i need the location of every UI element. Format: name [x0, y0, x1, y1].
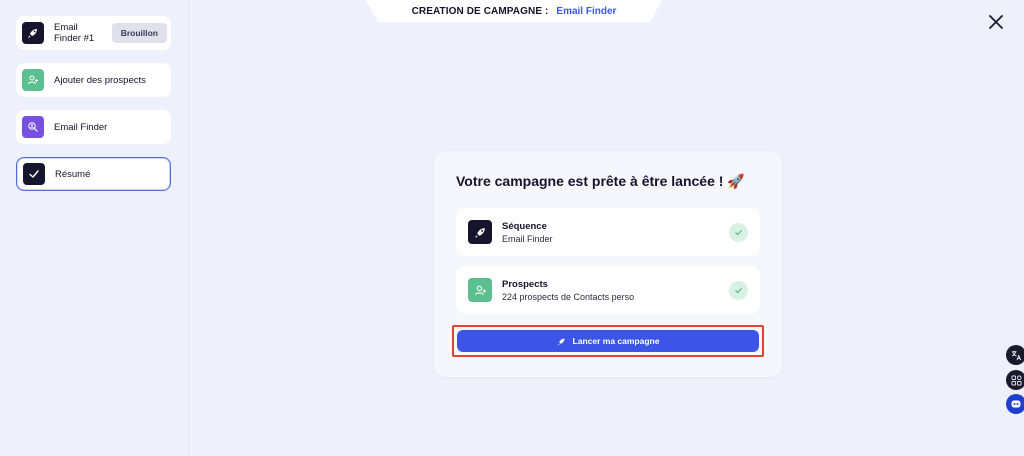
- translate-icon: [1011, 350, 1021, 360]
- search-user-icon: [22, 116, 44, 138]
- item-subtitle: 224 prospects de Contacts perso: [502, 291, 635, 302]
- summary-item-sequence[interactable]: Séquence Email Finder: [456, 208, 760, 256]
- translate-button[interactable]: [1006, 345, 1024, 365]
- launch-campaign-button[interactable]: Lancer ma campagne: [457, 330, 759, 352]
- sidebar-item-campaign[interactable]: Email Finder #1 Brouillon: [16, 16, 171, 50]
- add-user-icon: [468, 278, 492, 302]
- campaign-type: Email Finder: [556, 5, 617, 17]
- close-icon: [989, 15, 1003, 29]
- sidebar-item-email-finder[interactable]: Email Finder: [16, 110, 171, 144]
- launch-label: Lancer ma campagne: [572, 336, 660, 346]
- launch-highlight: Lancer ma campagne: [452, 325, 764, 357]
- sidebar: Email Finder #1 Brouillon Ajouter des pr…: [0, 0, 189, 456]
- rocket-icon: [468, 220, 492, 244]
- sidebar-item-label: Email Finder #1: [54, 22, 95, 44]
- item-title: Prospects: [502, 278, 548, 290]
- close-button[interactable]: [986, 12, 1006, 32]
- sidebar-item-add-prospects[interactable]: Ajouter des prospects: [16, 63, 171, 97]
- add-user-icon: [22, 69, 44, 91]
- check-circle-icon: [729, 223, 748, 242]
- apps-button[interactable]: [1006, 370, 1024, 390]
- chat-bot-button[interactable]: [1006, 394, 1024, 414]
- sidebar-item-label: Résumé: [55, 168, 91, 180]
- campaign-header: CREATION DE CAMPAGNE : Email Finder: [366, 0, 662, 22]
- check-icon: [23, 163, 45, 185]
- rocket-icon: [557, 338, 565, 345]
- summary-item-prospects[interactable]: Prospects 224 prospects de Contacts pers…: [456, 266, 760, 314]
- sidebar-item-label: Email Finder: [54, 121, 108, 133]
- rocket-icon: [22, 22, 44, 44]
- item-subtitle: Email Finder: [502, 233, 553, 244]
- sidebar-item-label: Ajouter des prospects: [54, 74, 146, 86]
- chat-bot-icon: [1011, 400, 1021, 408]
- item-title: Séquence: [502, 220, 547, 232]
- check-circle-icon: [729, 281, 748, 300]
- sidebar-item-summary[interactable]: Résumé: [16, 157, 171, 191]
- header-label: CREATION DE CAMPAGNE :: [411, 5, 549, 17]
- status-badge: Brouillon: [111, 23, 167, 43]
- card-title: Votre campagne est prête à être lancée !…: [456, 173, 745, 189]
- apps-icon: [1011, 375, 1021, 385]
